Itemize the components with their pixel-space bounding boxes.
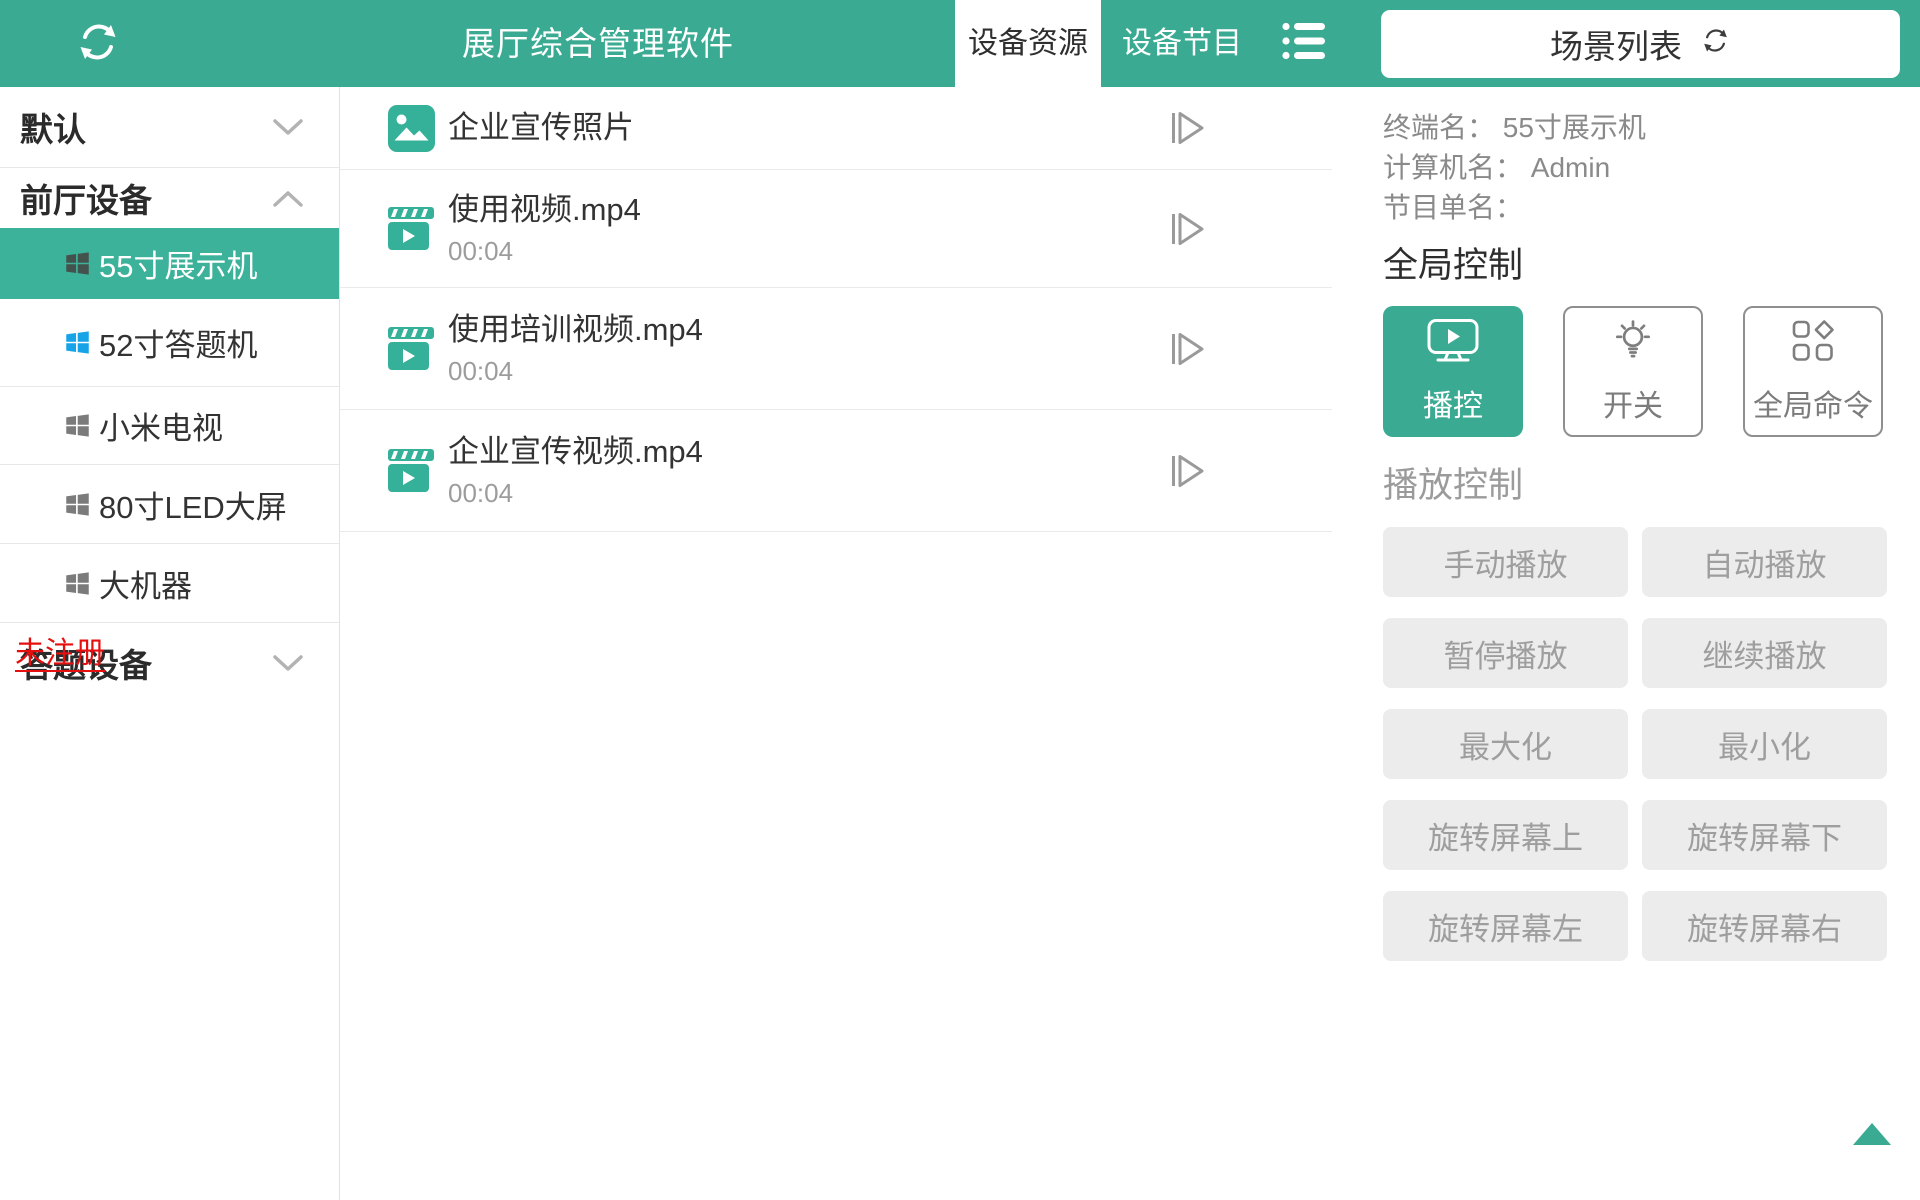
windows-logo-icon: [64, 250, 91, 277]
rotate-screen-up-button[interactable]: 旋转屏幕上: [1383, 800, 1628, 870]
play-control-buttons: 手动播放 自动播放 暂停播放 继续播放 最大化 最小化 旋转屏幕上 旋转屏幕下 …: [1383, 527, 1901, 961]
windows-logo-icon: [64, 329, 91, 356]
app-title: 展厅综合管理软件: [418, 0, 778, 87]
scene-refresh-icon: [1700, 25, 1731, 64]
play-media-button[interactable]: [1169, 108, 1209, 148]
monitor-play-icon: [1427, 318, 1479, 372]
media-title: 使用培训视频.mp4: [448, 311, 703, 349]
sidebar-item-52-quiz[interactable]: 52寸答题机: [0, 299, 339, 387]
list-icon: [1281, 19, 1331, 68]
play-media-button[interactable]: [1169, 329, 1209, 369]
media-duration: 00:04: [448, 478, 703, 508]
video-icon: [388, 449, 435, 492]
windows-logo-icon: [64, 412, 91, 439]
app-window: 展厅综合管理软件 设备资源 设备节目 场景列表: [0, 0, 1920, 1200]
media-title: 企业宣传照片: [448, 109, 634, 147]
sidebar-item-xiaomi-tv[interactable]: 小米电视: [0, 387, 339, 465]
global-control-buttons: 播控 开关: [1383, 306, 1901, 437]
rotate-screen-down-button[interactable]: 旋转屏幕下: [1642, 800, 1887, 870]
scene-menu-button[interactable]: [1270, 0, 1342, 87]
play-media-button[interactable]: [1169, 451, 1209, 491]
rotate-screen-left-button[interactable]: 旋转屏幕左: [1383, 891, 1628, 961]
back-to-top-button[interactable]: [1853, 1123, 1891, 1145]
top-bar: 展厅综合管理软件 设备资源 设备节目 场景列表: [0, 0, 1920, 87]
group-label: 前厅设备: [20, 174, 152, 222]
tab-device-resources[interactable]: 设备资源: [955, 0, 1101, 87]
media-title: 企业宣传视频.mp4: [448, 433, 703, 471]
rotate-screen-right-button[interactable]: 旋转屏幕右: [1642, 891, 1887, 961]
light-bulb-icon: [1610, 318, 1656, 372]
windows-logo-icon: [64, 570, 91, 597]
media-row-video[interactable]: 使用视频.mp4 00:04: [340, 170, 1332, 288]
media-duration: 00:04: [448, 236, 641, 266]
terminal-name: 终端名： 55寸展示机: [1383, 108, 1901, 148]
windows-logo-icon: [64, 491, 91, 518]
minimize-button[interactable]: 最小化: [1642, 709, 1887, 779]
chevron-down-icon: [273, 655, 303, 672]
image-icon: [388, 105, 435, 152]
sidebar-item-80-led[interactable]: 80寸LED大屏: [0, 465, 339, 544]
device-label: 55寸展示机: [99, 241, 257, 286]
video-icon: [388, 327, 435, 370]
play-media-button[interactable]: [1169, 209, 1209, 249]
media-row-video[interactable]: 企业宣传视频.mp4 00:04: [340, 410, 1332, 532]
device-label: 52寸答题机: [99, 320, 257, 365]
resume-play-button[interactable]: 继续播放: [1642, 618, 1887, 688]
media-row-video[interactable]: 使用培训视频.mp4 00:04: [340, 288, 1332, 410]
unregistered-badge: 未注册: [15, 638, 105, 672]
refresh-icon: [74, 18, 122, 71]
global-control-title: 全局控制: [1383, 244, 1901, 288]
media-list: 企业宣传照片 使用视频.mp4 00:04: [340, 87, 1332, 532]
sidebar-group-front-hall[interactable]: 前厅设备: [0, 168, 339, 228]
control-panel: 终端名： 55寸展示机 计算机名： Admin 节目单名： 全局控制 播控: [1381, 87, 1901, 961]
sidebar-item-55-display[interactable]: 55寸展示机: [0, 228, 339, 299]
media-title: 使用视频.mp4: [448, 191, 641, 229]
power-switch-button[interactable]: 开关: [1563, 306, 1703, 437]
media-row-photo[interactable]: 企业宣传照片: [340, 87, 1332, 170]
chevron-up-icon: [273, 190, 303, 207]
computer-name: 计算机名： Admin: [1383, 148, 1901, 188]
playback-control-button[interactable]: 播控: [1383, 306, 1523, 437]
button-label: 全局命令: [1753, 381, 1873, 425]
tab-device-programs[interactable]: 设备节目: [1101, 0, 1263, 87]
maximize-button[interactable]: 最大化: [1383, 709, 1628, 779]
device-tree-sidebar: 默认 前厅设备 55寸展示机 52寸答题机: [0, 87, 340, 1200]
manual-play-button[interactable]: 手动播放: [1383, 527, 1628, 597]
video-icon: [388, 207, 435, 250]
device-label: 小米电视: [99, 403, 223, 448]
global-command-button[interactable]: 全局命令: [1743, 306, 1883, 437]
playlist-name: 节目单名：: [1383, 188, 1901, 228]
refresh-button[interactable]: [70, 16, 126, 72]
sidebar-group-default[interactable]: 默认: [0, 87, 339, 168]
command-grid-icon: [1790, 318, 1836, 372]
device-label: 80寸LED大屏: [99, 482, 287, 527]
group-label: 默认: [20, 103, 86, 151]
auto-play-button[interactable]: 自动播放: [1642, 527, 1887, 597]
button-label: 播控: [1423, 381, 1483, 425]
scene-list-header[interactable]: 场景列表: [1381, 10, 1900, 78]
sidebar-item-big-machine[interactable]: 大机器: [0, 544, 339, 623]
device-label: 大机器: [99, 561, 192, 606]
button-label: 开关: [1603, 381, 1663, 425]
media-duration: 00:04: [448, 356, 703, 386]
chevron-down-icon: [273, 119, 303, 136]
pause-play-button[interactable]: 暂停播放: [1383, 618, 1628, 688]
scene-list-label: 场景列表: [1550, 20, 1682, 68]
play-control-title: 播放控制: [1383, 464, 1901, 508]
